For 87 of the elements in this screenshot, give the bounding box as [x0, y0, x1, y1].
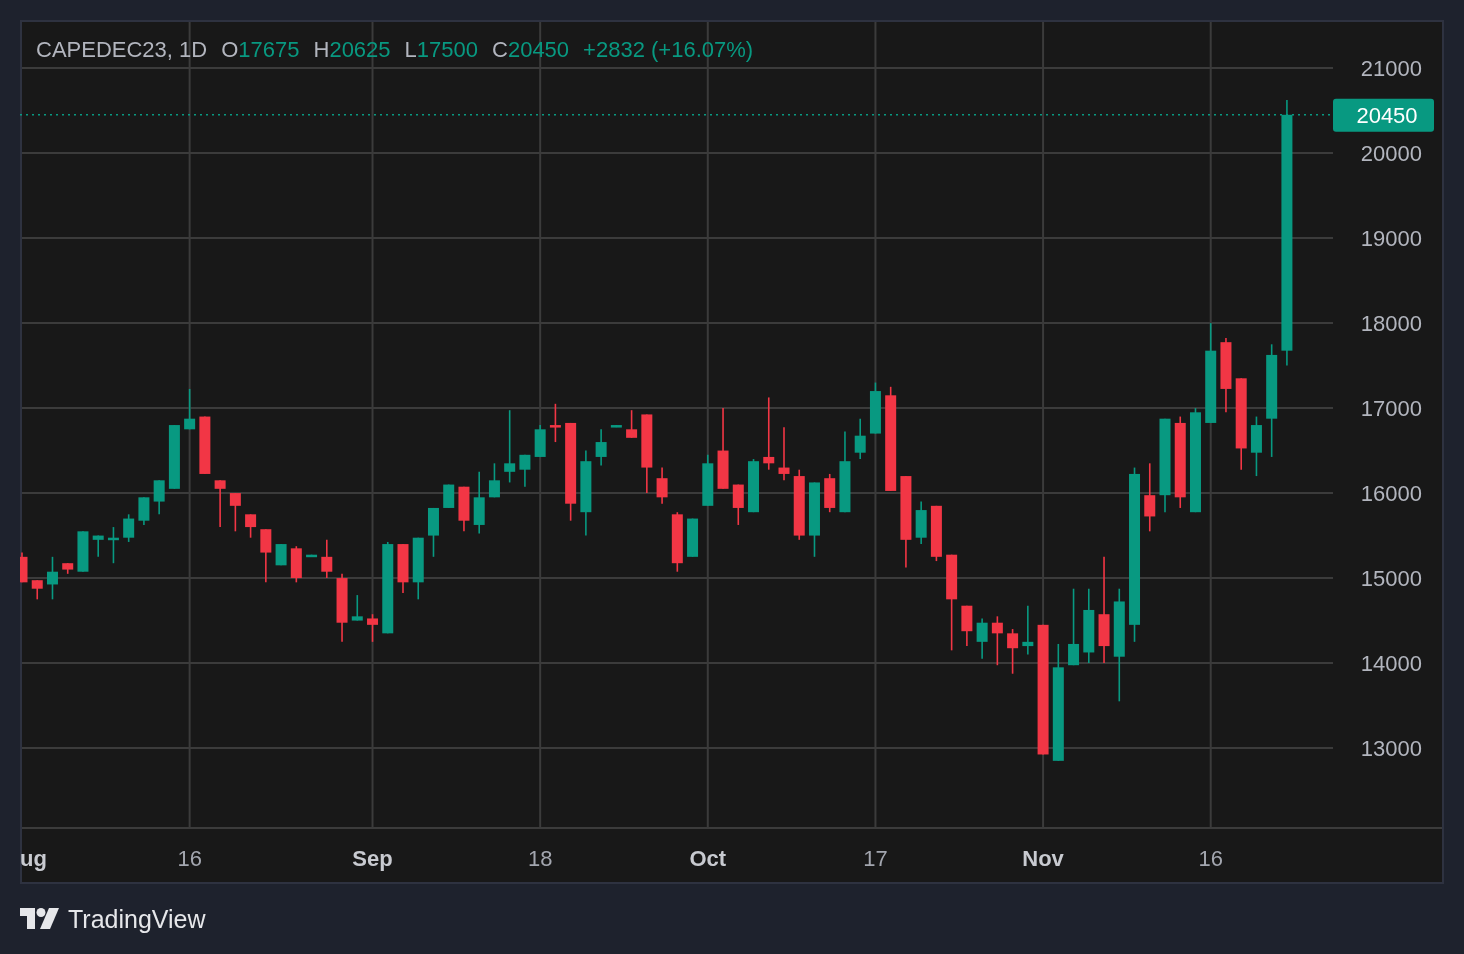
time-axis-label: ug — [20, 846, 47, 871]
price-axis-label: 14000 — [1360, 651, 1422, 677]
ohlc-value: 17500 — [416, 37, 478, 63]
price-change: +2832 (+16.07%) — [583, 37, 754, 63]
candle — [229, 492, 241, 533]
candle — [153, 479, 165, 516]
time-axis-label: Oct — [689, 846, 727, 871]
price-axis-label: 15000 — [1360, 566, 1422, 592]
candle — [306, 553, 318, 558]
ohlc-label: O — [221, 37, 239, 63]
candle — [214, 479, 226, 528]
candle — [488, 462, 500, 499]
candle — [549, 403, 561, 443]
candle — [656, 466, 668, 505]
candle — [77, 530, 89, 573]
candle — [321, 539, 333, 579]
price-axis-label: 16000 — [1360, 481, 1422, 507]
candle — [92, 534, 104, 558]
candle — [626, 409, 638, 439]
price-axis-label: 17000 — [1360, 396, 1422, 422]
ohlc-label: H — [313, 37, 330, 63]
candle — [275, 543, 287, 567]
time-axis-label: 18 — [527, 846, 553, 871]
candle — [595, 428, 607, 467]
candle — [138, 496, 150, 526]
candle — [748, 458, 759, 513]
candle — [31, 579, 43, 601]
candle — [367, 613, 378, 643]
candle — [20, 551, 28, 584]
price-axis-label: 18000 — [1360, 311, 1422, 337]
price-axis-label: 21000 — [1360, 56, 1422, 82]
candle — [687, 517, 699, 558]
candle — [245, 513, 257, 539]
candle — [428, 507, 439, 558]
candle — [915, 500, 927, 545]
candle — [534, 424, 546, 458]
candle — [473, 471, 485, 535]
ohlc-label: C — [492, 37, 508, 63]
brand-logo-icon — [20, 908, 60, 930]
candle — [778, 426, 790, 482]
candle — [397, 543, 409, 594]
candle — [930, 505, 942, 562]
time-axis-label: Sep — [352, 846, 393, 871]
brand-name: TradingView — [68, 904, 206, 934]
ohlc-value: 20450 — [507, 37, 570, 63]
ohlc-value: 20625 — [329, 37, 391, 63]
candle — [854, 417, 866, 460]
candle — [336, 573, 348, 643]
candle — [519, 454, 531, 488]
price-axis-label: 13000 — [1360, 736, 1422, 762]
candle — [62, 562, 74, 575]
symbol-title: CAPEDEC23, 1D — [36, 37, 208, 63]
ref-line-label: 20450 — [1356, 102, 1418, 128]
candle — [458, 485, 470, 533]
candle — [702, 454, 714, 507]
time-axis-label: 17 — [863, 846, 888, 871]
candle — [412, 536, 424, 601]
candle — [961, 604, 973, 647]
candle — [1007, 628, 1019, 675]
candle — [1144, 462, 1156, 533]
candle — [869, 381, 881, 435]
candle — [732, 483, 744, 526]
candle — [351, 594, 363, 622]
candle — [1022, 604, 1034, 656]
candle — [443, 483, 455, 509]
time-axis-label: Nov — [1022, 846, 1064, 871]
candle — [107, 526, 119, 564]
candle — [199, 415, 211, 475]
candle — [168, 424, 180, 490]
price-axis-label: 19000 — [1360, 226, 1422, 252]
candle — [671, 511, 683, 573]
time-axis-label: 16 — [1198, 846, 1223, 871]
candle — [976, 617, 988, 660]
candle — [260, 528, 272, 584]
ohlc-label: L — [404, 37, 417, 63]
candle — [290, 545, 302, 584]
time-axis-label: 16 — [177, 846, 202, 871]
candle — [610, 424, 622, 428]
candle — [47, 556, 58, 601]
last-price-tag: 20450 — [1333, 98, 1434, 132]
candle — [1250, 415, 1262, 477]
candle — [824, 473, 836, 513]
candle — [123, 513, 135, 543]
price-axis-label: 20000 — [1360, 141, 1422, 167]
candle — [991, 615, 1003, 666]
ohlc-value: 17675 — [238, 37, 300, 63]
candle — [184, 388, 196, 431]
